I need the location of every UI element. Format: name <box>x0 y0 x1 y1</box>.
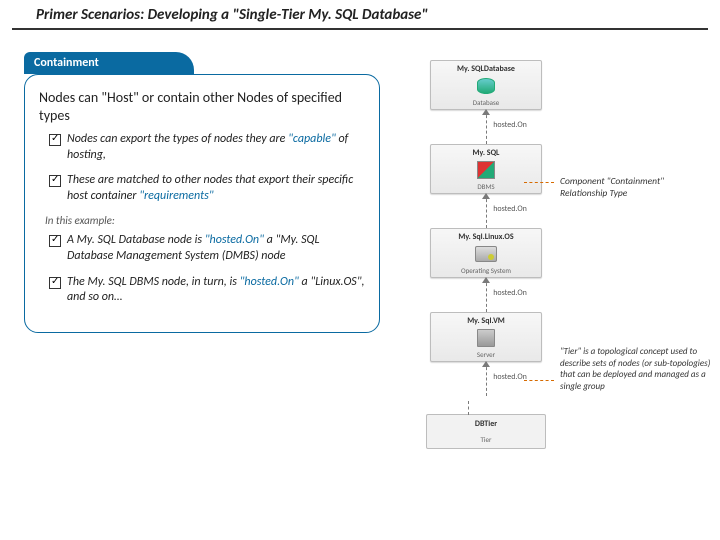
edge-hostedon: hosted.On <box>396 278 576 312</box>
node-subtype: DBMS <box>433 182 539 191</box>
edge-hostedon: hosted.On <box>396 110 576 144</box>
node-server: My. Sql.VM Server <box>430 312 542 362</box>
requirements-term: "requirements" <box>139 189 213 203</box>
info-panel: Nodes can "Host" or contain other Nodes … <box>24 74 380 333</box>
example-subhead: In this example: <box>45 214 365 227</box>
os-icon <box>473 244 499 264</box>
node-subtype: Tier <box>429 435 543 444</box>
node-database: My. SQLDatabase Database <box>430 60 542 110</box>
example-dbms-hostedon: The My. SQL DBMS node, in turn, is "host… <box>53 275 365 306</box>
text: The My. SQL DBMS node, in turn, is <box>67 275 240 289</box>
edge-label: hosted.On <box>493 120 527 130</box>
hostedon-term: "hosted.On" <box>205 233 264 247</box>
panel-bullets: Nodes can export the types of nodes they… <box>39 132 365 204</box>
edge-hostedon: hosted.On <box>396 194 576 228</box>
node-name: My. SQL <box>433 149 539 157</box>
edge-label: hosted.On <box>493 372 527 382</box>
node-subtype: Database <box>433 98 539 107</box>
node-os: My. Sql.Linux.OS Operating System <box>430 228 542 278</box>
node-name: My. SQLDatabase <box>433 65 539 73</box>
node-subtype: Server <box>433 350 539 359</box>
node-name: My. Sql.Linux.OS <box>433 233 539 241</box>
edge-hostedon: hosted.On <box>396 362 576 396</box>
bullet-capable: Nodes can export the types of nodes they… <box>53 132 365 163</box>
edge-label: hosted.On <box>493 288 527 298</box>
bullet-requirements: These are matched to other nodes that ex… <box>53 173 365 204</box>
node-subtype: Operating System <box>433 266 539 275</box>
callout-containment-type: Component "Containment" Relationship Typ… <box>560 176 708 200</box>
database-icon <box>473 76 499 96</box>
node-name: DBTier <box>429 419 543 429</box>
panel-lead: Nodes can "Host" or contain other Nodes … <box>39 89 365 124</box>
dbms-icon <box>473 160 499 180</box>
edge-label: hosted.On <box>493 204 527 214</box>
server-icon <box>473 328 499 348</box>
example-db-hostedon: A My. SQL Database node is "hosted.On" a… <box>53 233 365 264</box>
page-title: Primer Scenarios: Developing a "Single-T… <box>12 0 708 30</box>
node-name: My. Sql.VM <box>433 317 539 325</box>
containment-diagram: My. SQLDatabase Database hosted.On My. S… <box>396 60 576 449</box>
node-tier: DBTier Tier <box>426 414 546 449</box>
text: Nodes can export the types of nodes they… <box>67 132 288 146</box>
hostedon-term: "hosted.On" <box>240 275 299 289</box>
example-bullets: A My. SQL Database node is "hosted.On" a… <box>39 233 365 305</box>
capable-term: "capable" <box>288 132 336 146</box>
callout-tier-definition: "Tier" is a topological concept used to … <box>560 346 712 393</box>
node-dbms: My. SQL DBMS <box>430 144 542 194</box>
section-tab-containment: Containment <box>24 52 194 74</box>
text: A My. SQL Database node is <box>67 233 205 247</box>
